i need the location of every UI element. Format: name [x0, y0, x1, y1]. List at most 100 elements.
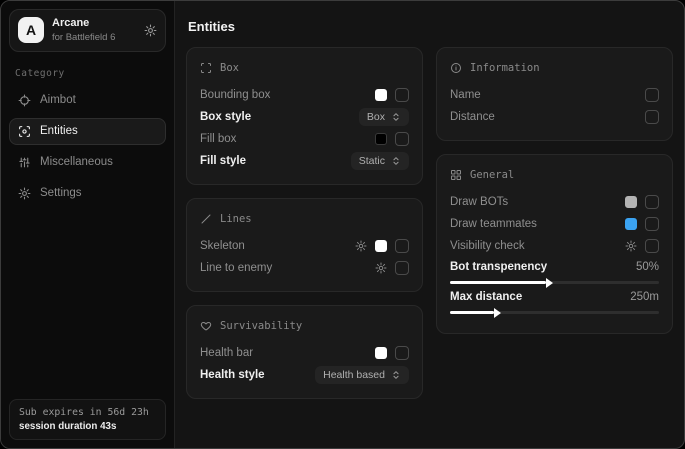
sidebar-item-label: Settings — [40, 187, 82, 199]
draw-bots-checkbox[interactable] — [645, 195, 659, 209]
crosshair-icon — [18, 94, 31, 107]
setting-row: Bounding box — [200, 84, 409, 105]
setting-label: Skeleton — [200, 240, 245, 252]
setting-label: Draw BOTs — [450, 196, 508, 208]
color-swatch[interactable] — [375, 347, 387, 359]
box-style-dropdown[interactable]: Box — [359, 108, 409, 126]
health-style-dropdown[interactable]: Health based — [315, 366, 409, 384]
setting-row: Distance — [450, 106, 659, 127]
setting-label: Distance — [450, 111, 495, 123]
color-swatch[interactable] — [625, 196, 637, 208]
draw-teammates-checkbox[interactable] — [645, 217, 659, 231]
diagonal-line-icon — [200, 213, 212, 225]
sidebar-item-aimbot[interactable]: Aimbot — [9, 87, 166, 114]
bot-transparency-slider[interactable] — [450, 281, 659, 284]
setting-row: Draw BOTs — [450, 191, 659, 212]
setting-label: Draw teammates — [450, 218, 537, 230]
setting-label: Line to enemy — [200, 262, 272, 274]
general-card: General Draw BOTs Draw teammates — [436, 154, 673, 334]
gear-icon — [18, 187, 31, 200]
dropdown-value: Static — [359, 155, 385, 167]
app-window: A Arcane for Battlefield 6 Category Aimb… — [0, 0, 685, 449]
scan-box-icon — [200, 62, 212, 74]
setting-row: Draw teammates — [450, 213, 659, 234]
sliders-icon — [18, 156, 31, 169]
setting-row: Health style Health based — [200, 364, 409, 385]
left-column: Box Bounding box Box style Box — [186, 47, 423, 399]
setting-row: Visibility check — [450, 235, 659, 256]
chevrons-up-down-icon — [391, 112, 401, 122]
main-panel: Entities Box Bounding box — [175, 1, 685, 448]
gear-icon[interactable] — [375, 262, 387, 274]
gear-icon[interactable] — [625, 240, 637, 252]
slider-fill — [450, 311, 494, 314]
card-title: Box — [220, 62, 239, 74]
setting-label: Max distance — [450, 291, 522, 303]
slider-header: Bot transpenency 50% — [450, 261, 659, 273]
setting-row: Name — [450, 84, 659, 105]
lines-card: Lines Skeleton — [186, 198, 423, 292]
name-checkbox[interactable] — [645, 88, 659, 102]
information-card: Information Name Distance — [436, 47, 673, 141]
setting-row: Fill style Static — [200, 150, 409, 171]
sidebar-item-label: Aimbot — [40, 94, 76, 106]
card-title: Lines — [220, 213, 252, 225]
entities-scan-icon — [18, 125, 31, 138]
heart-icon — [200, 320, 212, 332]
sidebar-item-label: Entities — [40, 125, 78, 137]
setting-label: Box style — [200, 111, 251, 123]
survivability-card: Survivability Health bar Health style He… — [186, 305, 423, 399]
health-bar-checkbox[interactable] — [395, 346, 409, 360]
sidebar-item-entities[interactable]: Entities — [9, 118, 166, 145]
page-title: Entities — [188, 19, 673, 34]
slider-value: 250m — [630, 291, 659, 303]
gear-icon[interactable] — [144, 24, 157, 37]
setting-label: Name — [450, 89, 481, 101]
app-name: Arcane — [52, 17, 136, 30]
setting-row: Box style Box — [200, 106, 409, 127]
slider-header: Max distance 250m — [450, 291, 659, 303]
setting-label: Health bar — [200, 347, 253, 359]
slider-value: 50% — [636, 261, 659, 273]
card-title: Information — [470, 62, 540, 74]
setting-row: Health bar — [200, 342, 409, 363]
setting-label: Fill box — [200, 133, 236, 145]
line-to-enemy-checkbox[interactable] — [395, 261, 409, 275]
sidebar-item-label: Miscellaneous — [40, 156, 113, 168]
subscription-card: Sub expires in 56d 23h session duration … — [9, 399, 166, 440]
app-meta: Arcane for Battlefield 6 — [52, 17, 136, 44]
distance-checkbox[interactable] — [645, 110, 659, 124]
sidebar-item-settings[interactable]: Settings — [9, 180, 166, 207]
sub-expiry-text: Sub expires in 56d 23h — [19, 407, 156, 418]
category-label: Category — [15, 68, 162, 79]
max-distance-slider[interactable] — [450, 311, 659, 314]
sidebar: A Arcane for Battlefield 6 Category Aimb… — [1, 1, 175, 448]
box-card: Box Bounding box Box style Box — [186, 47, 423, 185]
info-icon — [450, 62, 462, 74]
color-swatch[interactable] — [375, 133, 387, 145]
setting-row: Fill box — [200, 128, 409, 149]
color-swatch[interactable] — [625, 218, 637, 230]
slider-fill — [450, 281, 546, 284]
sidebar-item-miscellaneous[interactable]: Miscellaneous — [9, 149, 166, 176]
app-logo: A — [18, 17, 44, 43]
gear-icon[interactable] — [355, 240, 367, 252]
bounding-box-checkbox[interactable] — [395, 88, 409, 102]
card-title: Survivability — [220, 320, 302, 332]
right-column: Information Name Distance — [436, 47, 673, 399]
card-title: General — [470, 169, 514, 181]
visibility-check-checkbox[interactable] — [645, 239, 659, 253]
setting-row: Line to enemy — [200, 257, 409, 278]
app-subtitle: for Battlefield 6 — [52, 32, 136, 43]
session-duration-text: session duration 43s — [19, 421, 156, 432]
fill-style-dropdown[interactable]: Static — [351, 152, 409, 170]
dropdown-value: Box — [367, 111, 385, 123]
skeleton-checkbox[interactable] — [395, 239, 409, 253]
setting-label: Visibility check — [450, 240, 525, 252]
setting-label: Fill style — [200, 155, 246, 167]
fill-box-checkbox[interactable] — [395, 132, 409, 146]
color-swatch[interactable] — [375, 89, 387, 101]
setting-label: Bot transpenency — [450, 261, 547, 273]
app-logo-card: A Arcane for Battlefield 6 — [9, 9, 166, 52]
color-swatch[interactable] — [375, 240, 387, 252]
